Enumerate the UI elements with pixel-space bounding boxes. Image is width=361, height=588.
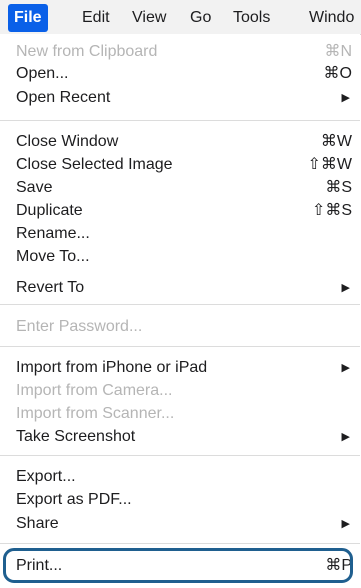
menu-item-label: Save — [16, 179, 53, 196]
menu-item-label: Import from iPhone or iPad — [16, 359, 208, 376]
menu-separator — [0, 120, 360, 121]
menu-item-label: Rename... — [16, 225, 90, 242]
menubar-go[interactable]: Go — [184, 6, 217, 30]
submenu-arrow-icon: ▶ — [341, 362, 350, 374]
menu-item-move-to[interactable]: Move To... — [0, 246, 360, 268]
menu-item-label: New from Clipboard — [16, 43, 158, 60]
menu-item-label: Share — [16, 515, 59, 532]
menu-item-label: Export... — [16, 468, 76, 485]
shortcut-label: ⇧⌘S — [311, 202, 352, 219]
menu-item-label: Take Screenshot — [16, 428, 136, 445]
menu-item-duplicate[interactable]: Duplicate ⇧⌘S — [0, 200, 360, 222]
menu-item-share[interactable]: Share ▶ — [0, 513, 360, 535]
menu-item-close-window[interactable]: Close Window ⌘W — [0, 131, 360, 153]
menu-item-label: Open Recent — [16, 89, 111, 106]
submenu-arrow-icon: ▶ — [341, 431, 350, 443]
menu-separator — [0, 455, 360, 456]
shortcut-label: ⌘N — [324, 43, 352, 60]
file-menu: New from Clipboard ⌘N Open... ⌘O Open Re… — [0, 34, 360, 588]
menubar-file[interactable]: File — [8, 4, 48, 32]
menu-item-label: Close Selected Image — [16, 156, 173, 173]
menu-item-rename[interactable]: Rename... — [0, 223, 360, 245]
shortcut-label: ⌘S — [325, 179, 352, 196]
menu-item-save[interactable]: Save ⌘S — [0, 177, 360, 199]
menu-item-label: Import from Camera... — [16, 382, 173, 399]
menu-bar: File Edit View Go Tools Windo — [0, 0, 361, 35]
print-highlight-ring — [3, 548, 353, 583]
shortcut-label: ⌘O — [323, 65, 352, 82]
menu-item-take-screenshot[interactable]: Take Screenshot ▶ — [0, 426, 360, 448]
menu-item-revert-to[interactable]: Revert To ▶ — [0, 277, 360, 299]
menubar-tools[interactable]: Tools — [227, 6, 276, 30]
submenu-arrow-icon: ▶ — [341, 518, 350, 530]
menu-item-import-from-scanner: Import from Scanner... — [0, 403, 360, 425]
menubar-window[interactable]: Windo — [303, 6, 360, 30]
menubar-view[interactable]: View — [126, 6, 172, 30]
menu-item-close-selected-image[interactable]: Close Selected Image ⇧⌘W — [0, 154, 360, 176]
menu-item-import-from-iphone-or-ipad[interactable]: Import from iPhone or iPad ▶ — [0, 357, 360, 379]
shortcut-label: ⇧⌘W — [307, 156, 352, 173]
menu-item-label: Move To... — [16, 248, 90, 265]
menu-separator — [0, 304, 360, 305]
menu-item-label: Enter Password... — [16, 318, 143, 335]
menu-separator — [0, 346, 360, 347]
menu-item-export-as-pdf[interactable]: Export as PDF... — [0, 489, 360, 511]
menu-item-export[interactable]: Export... — [0, 466, 360, 488]
submenu-arrow-icon: ▶ — [341, 92, 350, 104]
menubar-edit[interactable]: Edit — [76, 6, 116, 30]
menu-item-enter-password: Enter Password... — [0, 316, 360, 338]
menu-item-label: Open... — [16, 65, 69, 82]
menu-item-label: Duplicate — [16, 202, 83, 219]
menu-item-label: Revert To — [16, 279, 85, 296]
menu-item-open-recent[interactable]: Open Recent ▶ — [0, 87, 360, 109]
menu-item-label: Import from Scanner... — [16, 405, 175, 422]
menu-item-label: Export as PDF... — [16, 491, 132, 508]
menu-item-new-from-clipboard: New from Clipboard ⌘N — [0, 41, 360, 63]
menu-separator — [0, 543, 360, 544]
menu-item-import-from-camera: Import from Camera... — [0, 380, 360, 402]
menu-item-open[interactable]: Open... ⌘O — [0, 63, 360, 85]
shortcut-label: ⌘W — [320, 133, 352, 150]
submenu-arrow-icon: ▶ — [341, 282, 350, 294]
menu-item-label: Close Window — [16, 133, 119, 150]
